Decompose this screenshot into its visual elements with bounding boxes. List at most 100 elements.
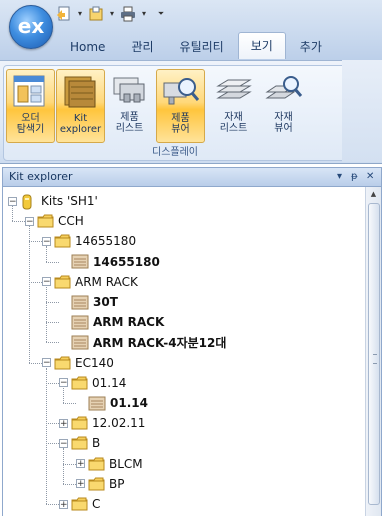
tree-folder-row[interactable]: − B bbox=[59, 433, 100, 453]
tree-node-label: 14655180 bbox=[93, 254, 160, 269]
product-list-label: 제품 bbox=[120, 112, 139, 123]
collapse-icon[interactable]: − bbox=[42, 236, 51, 246]
tree-branch-line bbox=[29, 241, 42, 243]
folder-icon bbox=[54, 234, 71, 248]
material-viewer-label-2: 뷰어 bbox=[274, 123, 293, 134]
expand-icon[interactable]: + bbox=[59, 499, 68, 509]
pin-icon[interactable]: ᵽ bbox=[351, 168, 358, 186]
tab-utility[interactable]: 유틸리티 bbox=[168, 35, 236, 59]
tree-item-row[interactable]: 14655180 bbox=[59, 252, 160, 272]
new-document-icon[interactable] bbox=[55, 5, 73, 23]
collapse-icon[interactable]: − bbox=[42, 277, 51, 287]
pane-title: Kit explorer bbox=[9, 170, 73, 183]
folder-icon bbox=[54, 275, 71, 289]
expand-icon[interactable]: + bbox=[76, 459, 85, 469]
tree-branch-line bbox=[46, 261, 59, 263]
kit-explorer-icon bbox=[64, 76, 95, 108]
ribbon-tabs: Home 관리 유틸리티 보기 추가 bbox=[58, 31, 336, 59]
app-logo-text: ex bbox=[17, 14, 45, 38]
tree-folder-row[interactable]: − CCH bbox=[25, 211, 84, 231]
tree-folder-row[interactable]: +12.02.11 bbox=[59, 413, 145, 433]
app-menu-button[interactable]: ex bbox=[9, 5, 53, 49]
tree-node-label: C bbox=[92, 497, 101, 511]
scroll-up-arrow-icon[interactable]: ▲ bbox=[366, 187, 381, 202]
tree-node-label: B bbox=[92, 436, 101, 451]
product-viewer-button[interactable]: 제품 뷰어 bbox=[156, 69, 205, 143]
tree-branch-line bbox=[29, 362, 42, 364]
kit-root-icon bbox=[20, 194, 37, 210]
tree-branch-line bbox=[46, 423, 59, 425]
collapse-icon[interactable]: − bbox=[8, 196, 17, 206]
tree-node-label: EC140 bbox=[75, 355, 114, 370]
tab-add[interactable]: 추가 bbox=[288, 35, 334, 59]
folder-icon bbox=[88, 457, 105, 471]
collapse-icon[interactable]: − bbox=[59, 378, 68, 388]
tree-item-row[interactable]: ARM RACK bbox=[59, 312, 164, 332]
tree-branch-line bbox=[46, 322, 59, 324]
tree-item-row[interactable]: 30T bbox=[59, 292, 118, 312]
tree-item-row[interactable]: ARM RACK-4자분12대 bbox=[59, 332, 226, 352]
product-viewer-icon bbox=[163, 78, 199, 105]
folder-icon bbox=[54, 356, 71, 370]
display-group: 오더 탐색기 Kit explorer 제품 리스트 제품 뷰어 자재 리스트 … bbox=[3, 65, 347, 161]
tab-home[interactable]: Home bbox=[58, 35, 117, 59]
tree-folder-row[interactable]: − 01.14 bbox=[59, 373, 126, 393]
tree-folder-row[interactable]: + BP bbox=[76, 474, 124, 494]
kit-explorer-label-2: explorer bbox=[59, 124, 102, 135]
kit-item-icon bbox=[88, 396, 106, 411]
kit-tree-view[interactable]: − Kits 'SH1' − CCH −14655180 14655180− ARM RAC… bbox=[2, 187, 382, 516]
tree-node-label: 30T bbox=[93, 295, 118, 309]
tree-node-label: Kits 'SH1' bbox=[41, 194, 98, 208]
collapse-icon[interactable]: − bbox=[59, 438, 68, 448]
material-list-icon bbox=[215, 79, 252, 99]
collapse-icon[interactable]: − bbox=[25, 216, 34, 226]
tree-branch-line bbox=[46, 302, 59, 303]
tree-node-label: 01.14 bbox=[110, 396, 148, 410]
tree-root-row[interactable]: − Kits 'SH1' bbox=[8, 191, 98, 211]
tree-folder-row[interactable]: − 14655180 bbox=[42, 231, 136, 251]
folder-icon bbox=[71, 376, 88, 390]
close-icon[interactable]: ✕ bbox=[366, 168, 374, 186]
vertical-scrollbar[interactable]: ▲ bbox=[365, 187, 381, 516]
dropdown-arrow-icon[interactable]: ▾ bbox=[76, 5, 84, 23]
order-explorer-button[interactable]: 오더 탐색기 bbox=[6, 69, 55, 143]
tree-branch-line bbox=[63, 403, 76, 404]
material-list-button[interactable]: 자재 리스트 bbox=[210, 69, 257, 141]
tree-item-row[interactable]: 01.14 bbox=[76, 393, 148, 413]
tab-view[interactable]: 보기 bbox=[237, 32, 286, 59]
kit-item-icon bbox=[71, 315, 89, 330]
tab-manage[interactable]: 관리 bbox=[119, 35, 165, 59]
tree-node-label: ARM RACK bbox=[75, 274, 138, 289]
pane-dropdown-icon[interactable]: ▾ bbox=[337, 168, 342, 186]
folder-icon bbox=[71, 436, 88, 450]
tree-node-label: BP bbox=[109, 476, 125, 491]
tree-node-label: ARM RACK bbox=[93, 315, 165, 330]
order-explorer-icon bbox=[13, 75, 44, 107]
open-document-icon[interactable] bbox=[87, 5, 105, 23]
tree-branch-line bbox=[46, 382, 59, 384]
material-list-label: 자재 bbox=[224, 112, 243, 123]
order-explorer-label: 오더 bbox=[21, 113, 40, 124]
ribbon-group-name: 디스플레이 bbox=[152, 147, 198, 158]
ribbon-overflow-area bbox=[342, 60, 382, 162]
tree-node-label: 12.02.11 bbox=[92, 416, 146, 431]
tree-folder-row[interactable]: + BLCM bbox=[76, 454, 143, 474]
folder-icon bbox=[71, 416, 88, 430]
tree-folder-row[interactable]: − EC140 bbox=[42, 353, 114, 373]
material-viewer-button[interactable]: 자재 뷰어 bbox=[260, 69, 307, 141]
collapse-icon[interactable]: − bbox=[42, 358, 51, 368]
kit-item-icon bbox=[71, 295, 89, 310]
tree-node-label: ARM RACK-4자분12대 bbox=[93, 335, 227, 350]
kit-explorer-button[interactable]: Kit explorer bbox=[56, 69, 105, 143]
expand-icon[interactable]: + bbox=[59, 418, 68, 428]
product-list-button[interactable]: 제품 리스트 bbox=[106, 69, 153, 141]
tree-folder-row[interactable]: − ARM RACK bbox=[42, 272, 138, 292]
scrollbar-thumb[interactable] bbox=[368, 203, 380, 505]
tree-guide-line bbox=[63, 448, 64, 484]
customize-qat-icon[interactable]: ⏷ bbox=[157, 5, 165, 23]
dropdown-arrow-icon[interactable]: ▾ bbox=[108, 5, 116, 23]
expand-icon[interactable]: + bbox=[76, 479, 85, 489]
dropdown-arrow-icon[interactable]: ▾ bbox=[140, 5, 148, 23]
tree-folder-row[interactable]: + C bbox=[59, 494, 100, 514]
print-icon[interactable] bbox=[119, 5, 137, 23]
